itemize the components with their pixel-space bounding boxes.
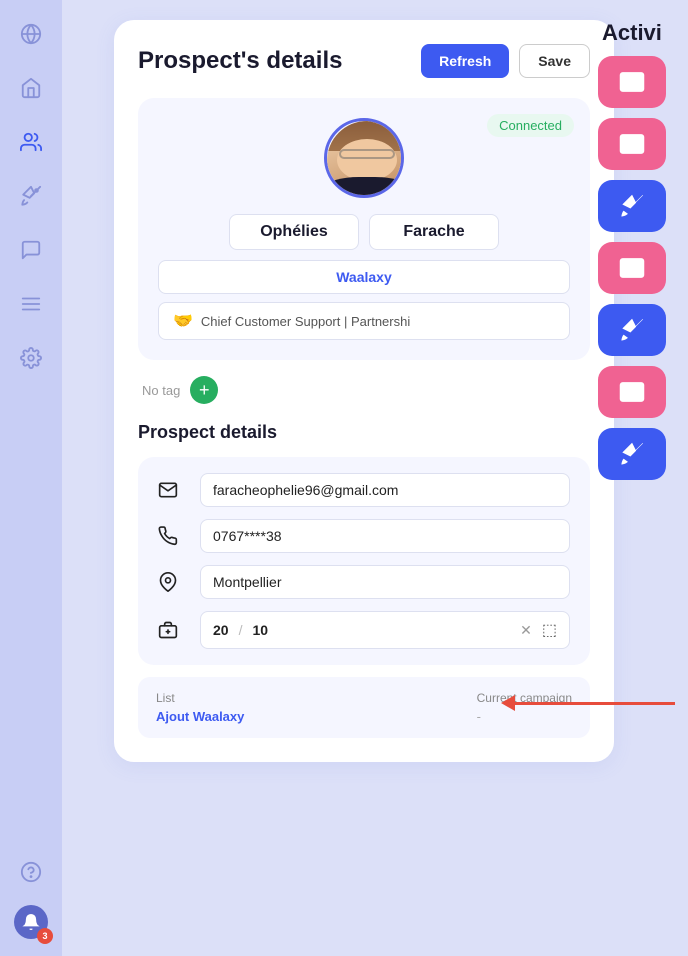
phone-field[interactable]: [200, 519, 570, 553]
activity-item-3[interactable]: [598, 180, 666, 232]
profile-section: Connected: [138, 98, 590, 360]
activity-title: Activi: [598, 20, 688, 46]
activity-panel: Activi: [598, 20, 688, 490]
score-icon: [158, 620, 186, 640]
name-row: [158, 214, 570, 250]
sidebar-item-rocket[interactable]: [13, 178, 49, 214]
role-emoji: 🤝: [173, 311, 193, 331]
location-icon: [158, 572, 186, 592]
phone-icon: [158, 526, 186, 546]
arrow-line: [515, 702, 675, 705]
refresh-button[interactable]: Refresh: [421, 44, 509, 78]
red-arrow-indicator: [502, 695, 675, 711]
sidebar: 3: [0, 0, 62, 956]
detail-fields: 20 / 10 ✕ ⬚: [138, 457, 590, 665]
prospect-details-title: Prospect details: [138, 422, 590, 443]
sidebar-item-home[interactable]: [13, 70, 49, 106]
score-row: 20 / 10 ✕ ⬚: [158, 611, 570, 649]
score-clear-icon[interactable]: ✕: [520, 622, 532, 639]
location-row: [158, 565, 570, 599]
score-field[interactable]: 20 / 10 ✕ ⬚: [200, 611, 570, 649]
sidebar-item-settings[interactable]: [13, 340, 49, 376]
sidebar-item-help[interactable]: [13, 854, 49, 890]
prospect-detail-card: Prospect's details Refresh Save Connecte…: [114, 20, 614, 762]
sidebar-item-chat[interactable]: [13, 232, 49, 268]
add-tag-button[interactable]: +: [190, 376, 218, 404]
role-field: 🤝 Chief Customer Support | Partnershi: [158, 302, 570, 340]
arrow-head: [501, 695, 515, 711]
score-current: 20: [213, 622, 229, 638]
company-field[interactable]: [158, 260, 570, 294]
activity-item-2[interactable]: [598, 118, 666, 170]
header-buttons: Refresh Save: [421, 44, 590, 78]
activity-item-5[interactable]: [598, 304, 666, 356]
activity-item-6[interactable]: [598, 366, 666, 418]
score-expand-icon[interactable]: ⬚: [542, 620, 557, 640]
list-label: List: [156, 691, 244, 705]
email-icon: [158, 480, 186, 500]
notification-bell[interactable]: 3: [13, 904, 49, 940]
activity-item-1[interactable]: [598, 56, 666, 108]
page-title: Prospect's details: [138, 47, 342, 75]
sidebar-item-users[interactable]: [13, 124, 49, 160]
score-max: 10: [252, 622, 268, 638]
card-header: Prospect's details Refresh Save: [138, 44, 590, 78]
activity-item-7[interactable]: [598, 428, 666, 480]
score-separator: /: [239, 622, 243, 638]
list-col: List Ajout Waalaxy: [156, 691, 244, 724]
sidebar-item-globe[interactable]: [13, 16, 49, 52]
sidebar-item-list[interactable]: [13, 286, 49, 322]
email-field[interactable]: [200, 473, 570, 507]
save-button[interactable]: Save: [519, 44, 590, 78]
connected-status-badge: Connected: [487, 114, 574, 137]
email-row: [158, 473, 570, 507]
tags-row: No tag +: [138, 376, 590, 404]
phone-row: [158, 519, 570, 553]
main-panel: Prospect's details Refresh Save Connecte…: [62, 0, 688, 956]
last-name-field[interactable]: [369, 214, 499, 250]
first-name-field[interactable]: [229, 214, 359, 250]
location-field[interactable]: [200, 565, 570, 599]
notification-count: 3: [37, 928, 53, 944]
activity-item-4[interactable]: [598, 242, 666, 294]
avatar: [324, 118, 404, 198]
campaign-value: -: [477, 709, 572, 724]
role-text: Chief Customer Support | Partnershi: [201, 314, 410, 329]
list-value[interactable]: Ajout Waalaxy: [156, 709, 244, 724]
no-tag-label: No tag: [142, 383, 180, 398]
